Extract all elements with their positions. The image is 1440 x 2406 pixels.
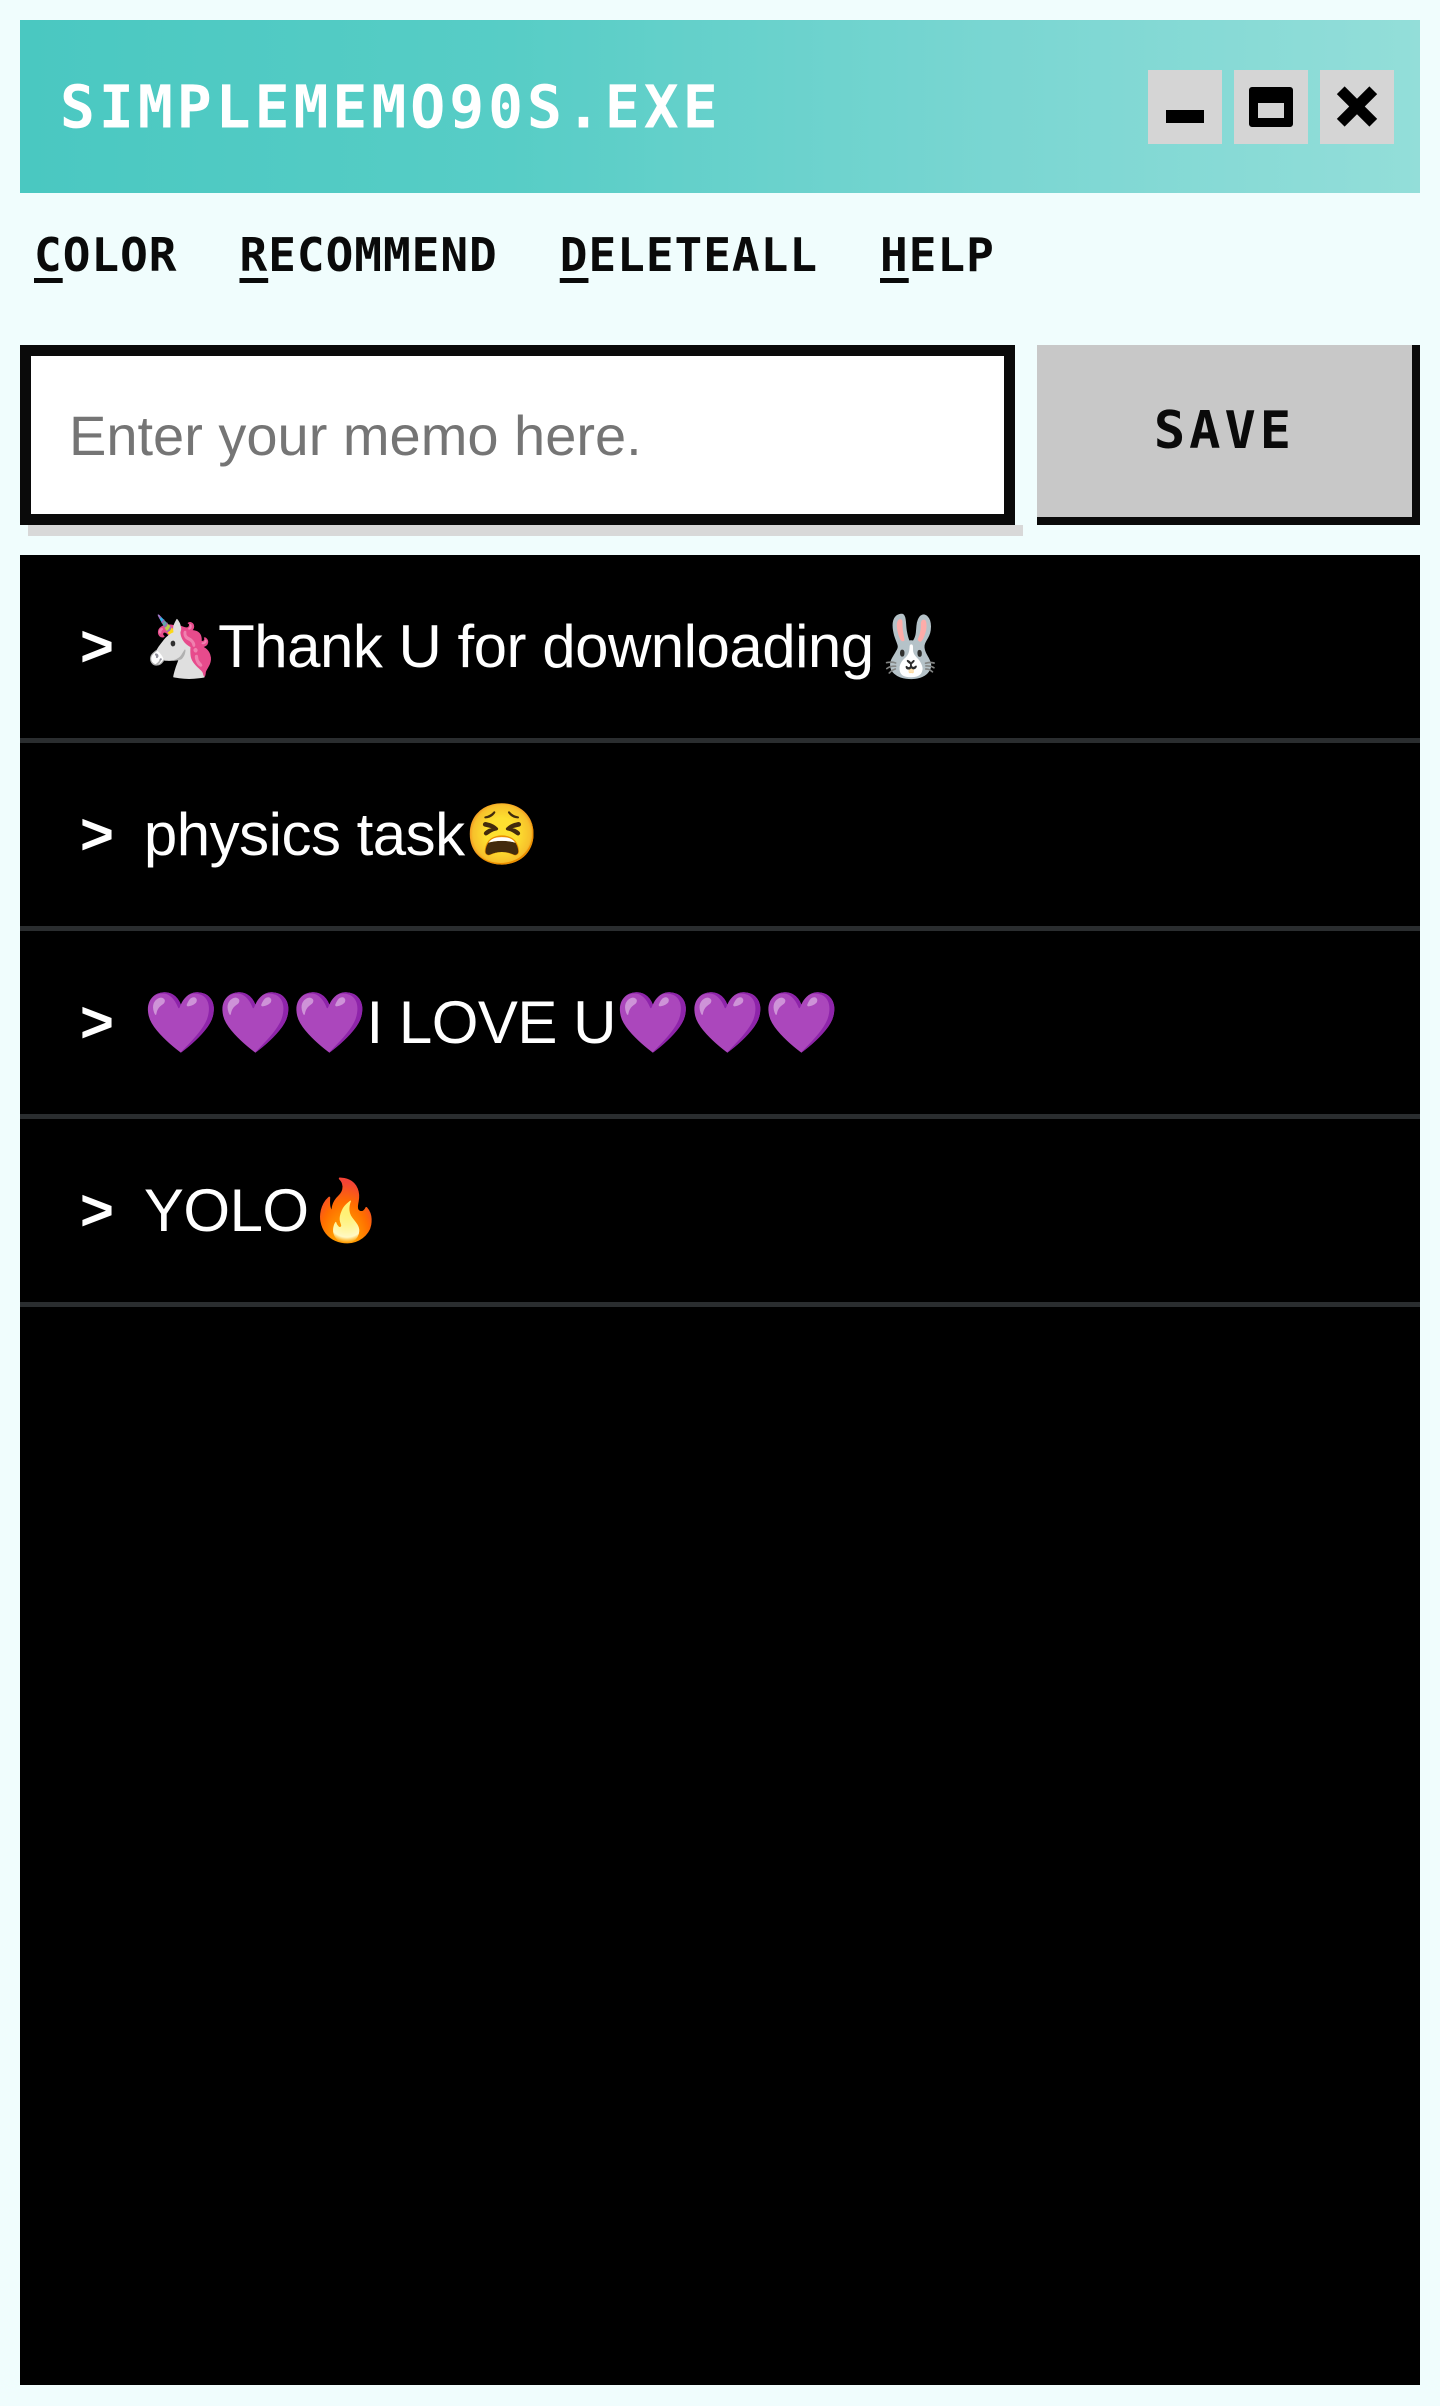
close-button[interactable] [1320,69,1394,144]
minimize-button[interactable] [1148,69,1222,144]
menu-label-recommend: ECOMMEND [268,228,498,282]
app-window: SIMPLEMEMO90S.EXE COLOR RECOMMEND DELETE… [0,0,1440,2406]
compose-row: SAVE [20,345,1420,540]
memo-list-item[interactable]: > 💜💜💜I LOVE U💜💜💜 [20,931,1420,1119]
memo-list[interactable]: > 🦄Thank U for downloading🐰 > physics ta… [20,555,1420,2385]
maximize-icon [1249,86,1293,127]
memo-caret-icon: > [80,1177,114,1243]
window-controls [1148,69,1394,144]
menu-accel-help: H [880,228,909,282]
memo-list-item[interactable]: > 🦄Thank U for downloading🐰 [20,555,1420,743]
memo-list-item[interactable]: > YOLO🔥 [20,1119,1420,1307]
memo-input[interactable] [20,345,1015,525]
memo-input-shadow [28,525,1023,536]
save-shadow-bottom [1037,517,1420,525]
title-bar: SIMPLEMEMO90S.EXE [20,20,1420,193]
memo-text: physics task😫 [143,800,539,868]
window-title: SIMPLEMEMO90S.EXE [60,71,722,142]
memo-text: YOLO🔥 [143,1176,383,1244]
memo-input-wrapper [20,345,1023,536]
menu-item-recommend[interactable]: RECOMMEND [239,232,497,278]
menu-label-deleteall: ELETEALL [588,228,819,282]
memo-list-item[interactable]: > physics task😫 [20,743,1420,931]
memo-text: 💜💜💜I LOVE U💜💜💜 [143,988,839,1056]
memo-caret-icon: > [80,613,114,679]
minimize-icon [1166,110,1204,123]
memo-caret-icon: > [80,989,114,1055]
menu-item-help[interactable]: HELP [880,232,995,278]
menu-bar: COLOR RECOMMEND DELETEALL HELP [0,200,1440,310]
maximize-button[interactable] [1234,69,1308,144]
memo-text: 🦄Thank U for downloading🐰 [143,612,948,680]
menu-label-help: ELP [908,228,995,282]
menu-item-color[interactable]: COLOR [34,232,177,278]
menu-accel-color: C [34,228,63,282]
menu-item-deleteall[interactable]: DELETEALL [560,232,818,278]
menu-accel-deleteall: D [559,228,589,282]
save-shadow-right [1412,345,1420,525]
save-button-label: SAVE [1153,401,1296,461]
save-button-wrapper: SAVE [1037,345,1420,525]
menu-accel-recommend: R [239,228,269,282]
close-icon [1334,84,1380,130]
memo-caret-icon: > [80,801,114,867]
menu-label-color: OLOR [62,228,178,282]
save-button[interactable]: SAVE [1037,345,1412,517]
